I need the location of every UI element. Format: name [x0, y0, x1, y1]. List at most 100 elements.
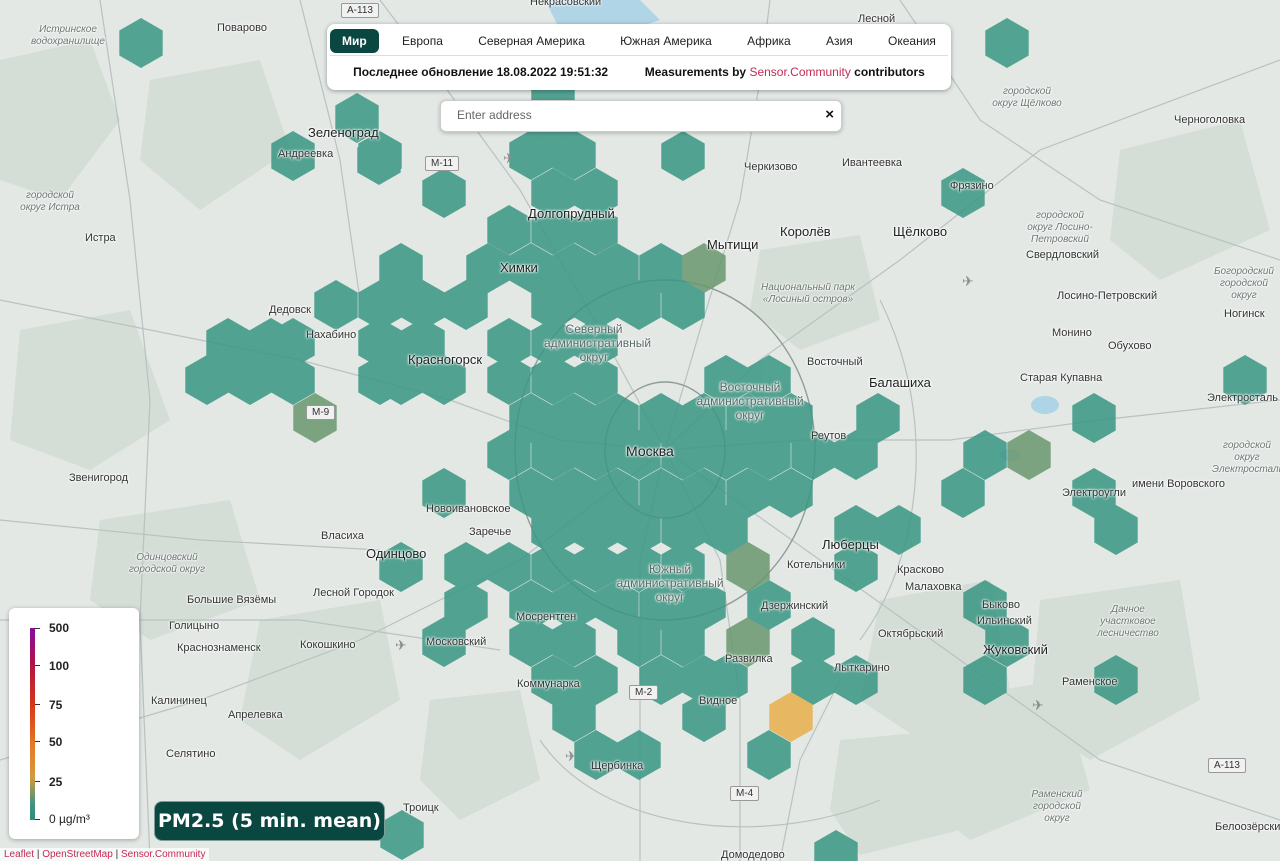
place-label: Ивантеевка — [842, 157, 902, 169]
legend-tick — [35, 704, 40, 705]
place-label: Развилка — [725, 653, 773, 665]
place-label: Раменское — [1062, 676, 1118, 688]
road-shield: A-113 — [1208, 758, 1246, 773]
tab-oceania[interactable]: Океания — [876, 29, 948, 53]
map-attribution: Leaflet | OpenStreetMap | Sensor.Communi… — [0, 848, 210, 861]
leaflet-link[interactable]: Leaflet — [4, 849, 34, 860]
tab-asia[interactable]: Азия — [814, 29, 865, 53]
place-label: Монино — [1052, 327, 1092, 339]
place-label: Черкизово — [744, 161, 798, 173]
last-update-text: Последнее обновление 18.08.2022 19:51:32 — [353, 65, 609, 79]
place-label: Власиха — [321, 530, 365, 542]
place-label: Новоивановское — [426, 503, 511, 515]
legend-tick — [35, 819, 40, 820]
place-label: городской округ Истра — [20, 190, 80, 213]
place-label: Нахабино — [306, 329, 357, 341]
tab-africa[interactable]: Африка — [735, 29, 803, 53]
place-label: Москва — [626, 443, 674, 459]
road-shield: M-2 — [629, 685, 659, 700]
place-label: Селятино — [166, 748, 216, 760]
legend-label-50: 50 — [49, 735, 63, 749]
road-shield: A-113 — [341, 3, 379, 18]
legend-label-0: 0 µg/m³ — [49, 812, 90, 826]
place-label: Долгопрудный — [528, 206, 615, 221]
place-label: Раменский городской округ — [1031, 789, 1083, 824]
place-label: Черноголовка — [1174, 114, 1246, 126]
place-label: Лыткарино — [834, 662, 890, 674]
place-label: Звенигород — [69, 472, 129, 484]
sensor-community-attribution-link[interactable]: Sensor.Community — [121, 849, 205, 860]
place-label: Южный административный округ — [616, 562, 724, 604]
legend-tick — [35, 665, 40, 666]
place-label: Дачное участковое лесничество — [1097, 604, 1159, 639]
airport-icon: ✈ — [503, 150, 515, 166]
place-label: Одинцовский городской округ — [128, 552, 206, 575]
place-label: Фрязино — [950, 180, 994, 192]
airport-icon: ✈ — [565, 748, 577, 764]
place-label: Калининец — [151, 695, 207, 707]
tab-north-america[interactable]: Северная Америка — [466, 29, 597, 53]
tab-south-america[interactable]: Южная Америка — [608, 29, 724, 53]
road-shield: M-11 — [425, 156, 460, 171]
tab-world[interactable]: Мир — [330, 29, 379, 53]
place-label: Голицыно — [169, 620, 220, 632]
place-label: Ильинский — [977, 615, 1032, 627]
place-label: Истра — [85, 232, 116, 244]
place-label: Лосино-Петровский — [1057, 290, 1158, 302]
place-label: Котельники — [787, 559, 846, 571]
place-label: Малаховка — [905, 581, 962, 593]
place-label: Краснознаменск — [177, 642, 261, 654]
place-label: имени Воровского — [1132, 478, 1225, 490]
legend-label-100: 100 — [49, 659, 70, 673]
address-search: × — [440, 100, 842, 132]
place-label: Заречье — [469, 526, 512, 538]
place-label: Химки — [500, 260, 538, 275]
place-label: Апрелевка — [228, 709, 283, 721]
place-label: Богородский городской округ — [1214, 266, 1274, 301]
place-label: Большие Вязёмы — [187, 594, 277, 606]
openstreetmap-link[interactable]: OpenStreetMap — [42, 849, 113, 860]
pollutant-selector-button[interactable]: PM2.5 (5 min. mean) — [154, 801, 385, 841]
place-label: Восточный административный округ — [696, 380, 804, 422]
place-label: Обухово — [1108, 340, 1152, 352]
info-line: Последнее обновление 18.08.2022 19:51:32… — [327, 65, 951, 79]
address-search-input[interactable] — [455, 107, 809, 123]
measurements-suffix: contributors — [854, 65, 925, 79]
place-label: Балашиха — [869, 375, 931, 390]
place-label: Северный административный округ — [544, 322, 652, 364]
place-label: Реутов — [811, 430, 847, 442]
place-label: Андреевка — [278, 148, 334, 160]
legend-label-500: 500 — [49, 621, 70, 635]
place-label: Белоозёрский — [1215, 821, 1280, 833]
place-label: Красногорск — [408, 352, 483, 367]
place-label: городской округ Лосино-Петровский — [1027, 210, 1093, 245]
tab-europe[interactable]: Европа — [390, 29, 455, 53]
region-tabs: Мир Европа Северная Америка Южная Америк… — [330, 27, 948, 56]
place-label: Красково — [897, 564, 945, 576]
airport-icon: ✈ — [395, 637, 407, 653]
place-label: Дзержинский — [761, 600, 829, 612]
place-label: Королёв — [780, 224, 831, 239]
place-label: Быково — [982, 599, 1021, 611]
place-label: Истринское водохранилище — [31, 24, 105, 47]
place-label: Восточный — [807, 356, 863, 368]
place-label: Зеленоград — [308, 125, 379, 140]
place-label: Мытищи — [707, 237, 759, 252]
place-label: Домодедово — [721, 849, 785, 861]
legend-label-25: 25 — [49, 775, 63, 789]
place-label: городской округ Щёлково — [992, 86, 1062, 109]
sensor-community-link[interactable]: Sensor.Community — [749, 65, 850, 79]
place-label: Московский — [426, 636, 487, 648]
place-label: Октябрьский — [878, 628, 944, 640]
place-label: Одинцово — [366, 546, 427, 561]
place-label: Троицк — [403, 802, 439, 814]
place-label: Кокошкино — [300, 639, 356, 651]
place-label: Мосрентген — [516, 611, 577, 623]
legend-tick — [35, 781, 40, 782]
clear-icon[interactable]: × — [825, 106, 834, 123]
place-label: Электроугли — [1062, 487, 1126, 499]
road-shield: M-9 — [306, 405, 336, 420]
place-label: Свердловский — [1026, 249, 1100, 261]
color-legend: 500 100 75 50 25 0 µg/m³ — [9, 608, 139, 839]
place-label: Старая Купавна — [1020, 372, 1103, 384]
